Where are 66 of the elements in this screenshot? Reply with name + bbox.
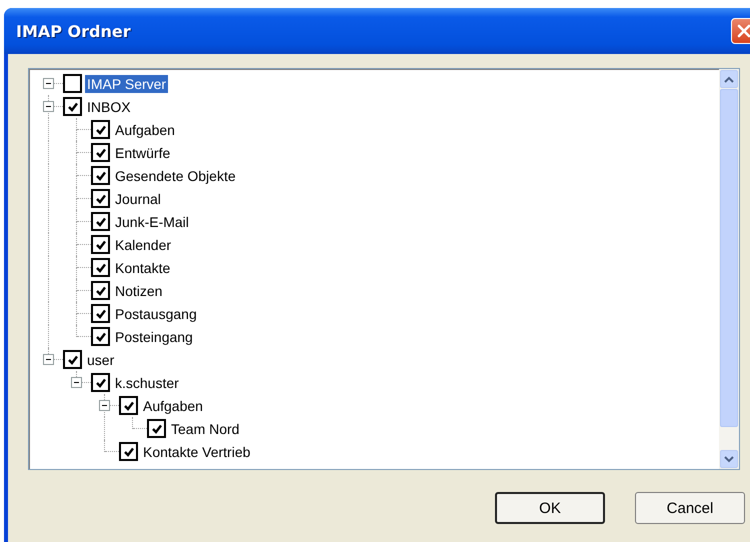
checkmark-icon [94, 262, 106, 274]
checkbox[interactable] [91, 120, 110, 139]
checkbox[interactable] [119, 396, 138, 415]
checkbox[interactable] [91, 143, 110, 162]
tree-item[interactable]: Junk-E-Mail [113, 212, 191, 230]
checkmark-icon [94, 146, 106, 158]
scrollbar[interactable] [719, 69, 739, 469]
checkmark-icon [94, 284, 106, 296]
tree-item[interactable]: Aufgaben [113, 120, 177, 138]
tree-item[interactable]: Kontakte [113, 258, 172, 276]
checkmark-icon [94, 170, 106, 182]
tree-item[interactable]: Team Nord [169, 420, 242, 438]
collapse-icon[interactable] [71, 377, 82, 388]
tree-item[interactable]: Postausgang [113, 304, 199, 322]
checkmark-icon [94, 216, 106, 228]
tree-item[interactable]: Posteingang [113, 328, 195, 346]
tree-item[interactable]: Gesendete Objekte [113, 166, 238, 184]
caret-up-icon [724, 76, 734, 82]
checkbox[interactable] [63, 350, 82, 369]
collapse-icon[interactable] [99, 400, 110, 411]
collapse-icon[interactable] [43, 101, 54, 112]
scroll-up-button[interactable] [720, 70, 738, 88]
checkmark-icon [66, 354, 78, 366]
checkbox[interactable] [91, 327, 110, 346]
tree-item[interactable]: Journal [113, 190, 163, 208]
checkmark-icon [122, 446, 134, 458]
window-title: IMAP Ordner [16, 22, 131, 40]
tree-item[interactable]: Entwürfe [113, 144, 172, 162]
checkbox[interactable] [147, 419, 166, 438]
checkbox[interactable] [91, 189, 110, 208]
tree-item[interactable]: Notizen [113, 282, 164, 300]
tree-item[interactable]: k.schuster [113, 374, 181, 392]
checkbox[interactable] [119, 442, 138, 461]
collapse-icon[interactable] [43, 78, 54, 89]
tree-item[interactable]: IMAP Server [85, 74, 168, 92]
tree-item[interactable]: Kontakte Vertrieb [141, 442, 252, 460]
tree-item[interactable]: Aufgaben [141, 396, 205, 414]
checkmark-icon [94, 376, 106, 388]
checkbox[interactable] [91, 166, 110, 185]
scroll-thumb[interactable] [720, 89, 738, 427]
checkmark-icon [66, 100, 78, 112]
checkbox[interactable] [91, 281, 110, 300]
checkmark-icon [94, 192, 106, 204]
tree-item[interactable]: Kalender [113, 236, 174, 254]
checkbox[interactable] [91, 212, 110, 231]
checkmark-icon [150, 422, 162, 434]
checkmark-icon [94, 238, 106, 250]
checkmark-icon [94, 308, 106, 320]
dialog-button[interactable]: Cancel [635, 492, 745, 524]
caret-down-icon [724, 456, 734, 462]
checkbox[interactable] [91, 235, 110, 254]
checkbox[interactable] [91, 373, 110, 392]
checkbox[interactable] [91, 304, 110, 323]
close-icon [737, 24, 750, 38]
checkbox[interactable] [91, 258, 110, 277]
dialog-button[interactable]: OK [495, 492, 605, 524]
tree-item[interactable]: INBOX [85, 98, 133, 116]
scroll-down-button[interactable] [720, 450, 738, 468]
close-button[interactable] [731, 18, 750, 44]
checkbox[interactable] [63, 97, 82, 116]
tree-item[interactable]: user [85, 350, 116, 368]
checkmark-icon [94, 124, 106, 136]
checkmark-icon [122, 400, 134, 412]
checkbox[interactable] [63, 74, 82, 93]
checkmark-icon [94, 330, 106, 342]
collapse-icon[interactable] [43, 354, 54, 365]
